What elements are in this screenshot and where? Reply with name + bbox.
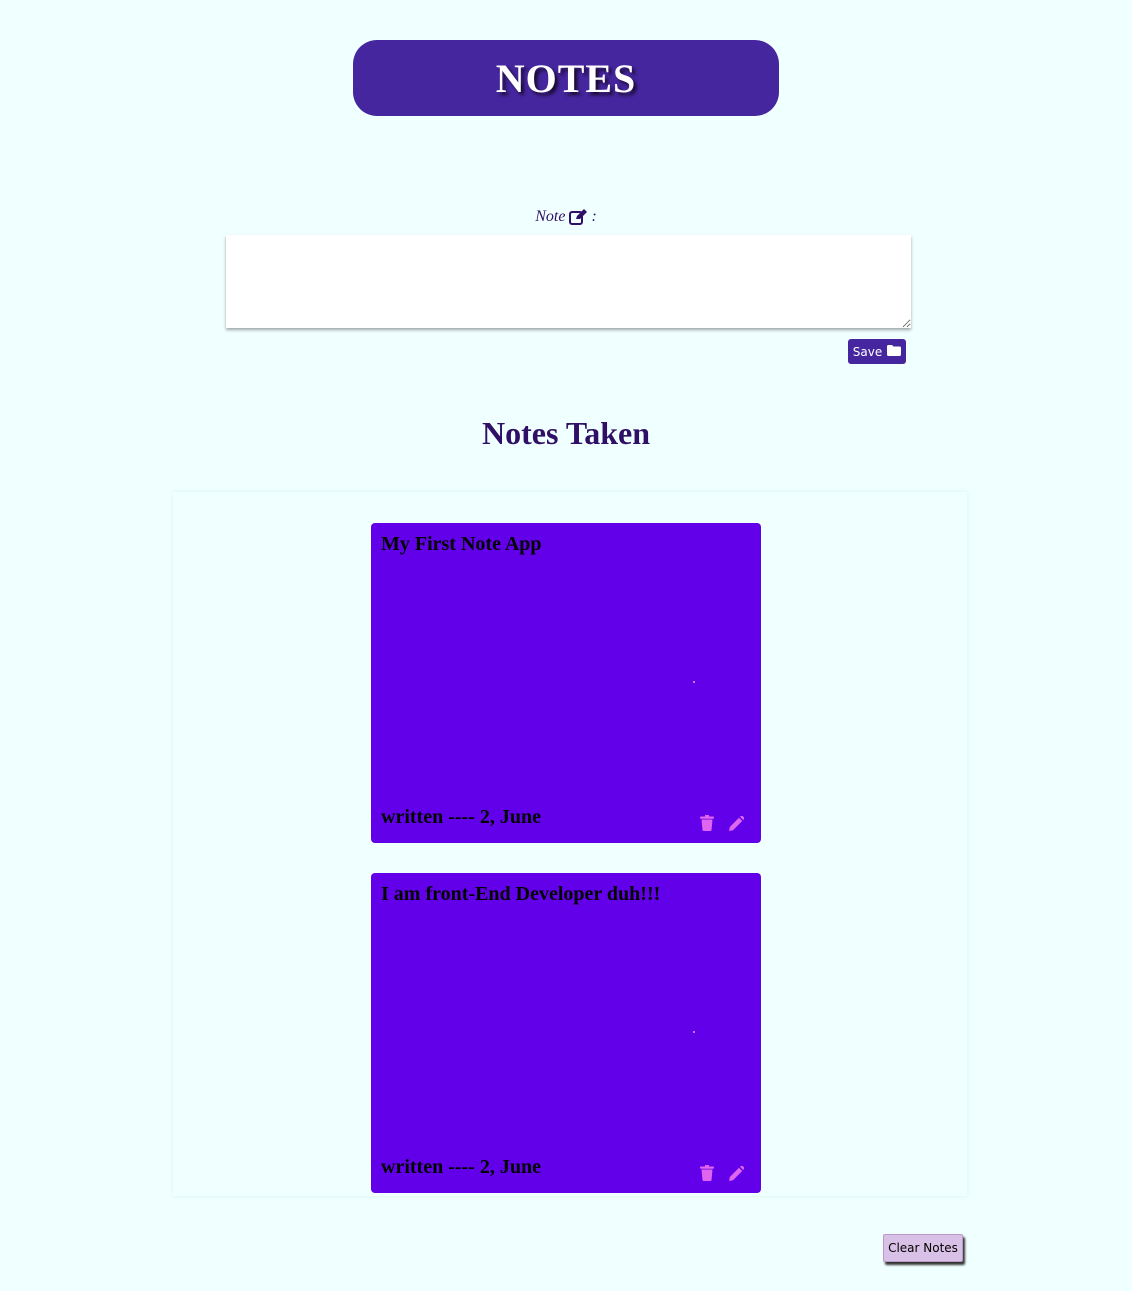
app-title: NOTES [495, 55, 637, 101]
folder-icon [887, 344, 902, 359]
note-date: written ---- 2, June [381, 806, 541, 828]
save-button-label: Save [852, 344, 883, 359]
note-dot [693, 681, 695, 683]
note-label-row: Note : [0, 208, 1132, 226]
note-date: written ---- 2, June [381, 1156, 541, 1178]
note-card: My First Note App written ---- 2, June [371, 523, 761, 843]
note-card: I am front-End Developer duh!!! written … [371, 873, 761, 1193]
trash-icon[interactable] [698, 1164, 716, 1182]
save-button[interactable]: Save [848, 339, 906, 364]
note-text: I am front-End Developer duh!!! [381, 883, 661, 905]
note-dot [693, 1031, 695, 1033]
notes-heading: Notes Taken [481, 415, 651, 451]
note-text: My First Note App [381, 533, 542, 555]
edit-square-icon [569, 209, 588, 225]
clear-notes-button[interactable]: Clear Notes [883, 1234, 963, 1262]
pencil-icon[interactable] [727, 1164, 745, 1182]
trash-icon[interactable] [698, 814, 716, 832]
note-textarea[interactable] [226, 235, 911, 328]
note-label: Note [535, 208, 566, 225]
pencil-icon[interactable] [727, 814, 745, 832]
note-label-suffix: : [591, 208, 597, 225]
app-header: NOTES [353, 40, 779, 116]
